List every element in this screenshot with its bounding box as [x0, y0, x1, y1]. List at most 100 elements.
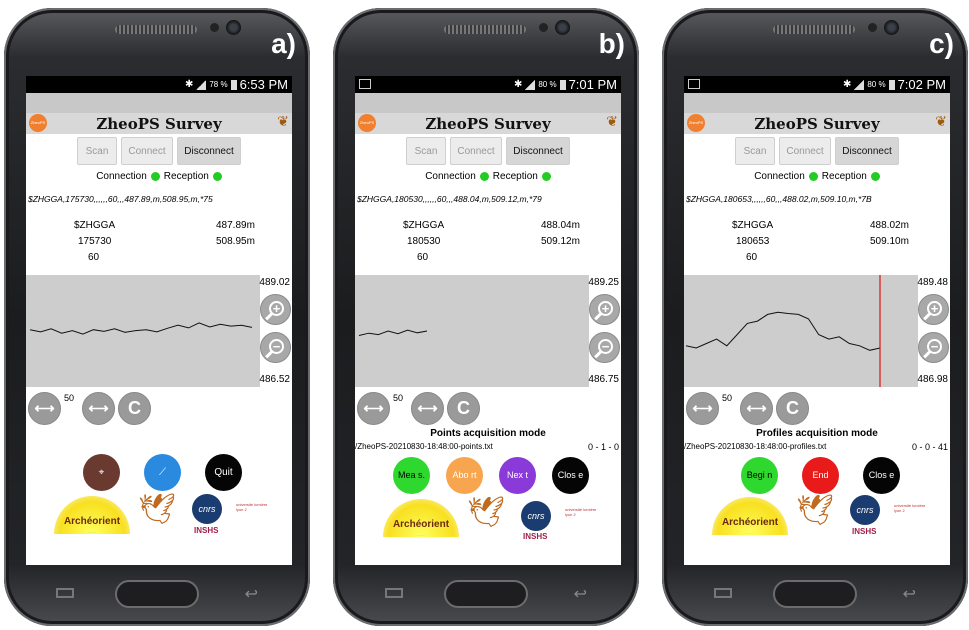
zoom-in-button[interactable]: + — [918, 294, 949, 325]
university-logo: université lumière lyon 2 — [236, 502, 268, 512]
screen: ✱ 80 % 7:02 PM ZheoPS ZheoPS Survey ❦ Sc… — [684, 76, 950, 565]
home-key[interactable] — [773, 580, 857, 608]
lizard-logo-icon: ❦ — [606, 113, 618, 129]
connection-label: Connection — [96, 171, 147, 182]
connect-button[interactable]: Connect — [779, 137, 831, 165]
next-button[interactable]: Nex t — [499, 457, 536, 494]
battery-percent: 80 % — [538, 80, 557, 89]
connection-indicator — [150, 172, 160, 181]
bird-logo-icon: 🕊 — [467, 496, 506, 529]
scan-button[interactable]: Scan — [406, 137, 446, 165]
points-mode-button[interactable]: ⌖ — [83, 454, 120, 491]
reception-label: Reception — [821, 171, 867, 182]
close-button[interactable]: Clos e — [552, 457, 589, 494]
home-key[interactable] — [115, 580, 199, 608]
altitude-1: 488.02m — [870, 220, 909, 231]
path-icon: ⟋ — [159, 467, 166, 478]
altitude-2: 509.12m — [541, 236, 580, 247]
disconnect-button[interactable]: Disconnect — [506, 137, 570, 165]
mode-title: Profiles acquisition mode — [756, 428, 878, 439]
range-decrease-button[interactable]: ⟷ — [357, 392, 390, 425]
title-bar: ZheoPS ZheoPS Survey ❦ — [355, 113, 621, 134]
signal-icon — [854, 79, 865, 90]
measure-button[interactable]: Mea s. — [393, 457, 430, 494]
app-title: ZheoPS Survey — [96, 115, 222, 133]
range-increase-button[interactable]: ⟷ — [411, 392, 444, 425]
home-key[interactable] — [444, 580, 528, 608]
range-increase-button[interactable]: ⟷ — [740, 392, 773, 425]
zoom-in-button[interactable]: + — [260, 294, 291, 325]
status-bar: ✱ 80 % 7:02 PM — [684, 76, 950, 93]
close-button[interactable]: Clos e — [863, 457, 900, 494]
action-bar — [684, 93, 950, 113]
plot-ymin: 486.52 — [259, 374, 290, 385]
back-key-icon[interactable]: ↩ — [903, 584, 916, 604]
center-button[interactable]: C — [447, 392, 480, 425]
center-button[interactable]: C — [776, 392, 809, 425]
altitude-plot: 489.02 + − 486.52 — [26, 275, 292, 387]
range-decrease-button[interactable]: ⟷ — [28, 392, 61, 425]
range-decrease-button[interactable]: ⟷ — [686, 392, 719, 425]
nmea-sentence: $ZHGGA,175730,,,,,,60,,,487.89,m,508.95,… — [28, 194, 213, 204]
disconnect-button[interactable]: Disconnect — [835, 137, 899, 165]
range-controls: ⟷ 50 ⟷ C — [684, 390, 950, 426]
partner-logos: Archéorient ········ 🕊 cnrs INSHS univers… — [684, 494, 950, 557]
hardware-keys: ↩ — [662, 574, 968, 614]
clock: 7:01 PM — [568, 77, 617, 92]
range-controls: ⟷ 50 ⟷ C — [355, 390, 621, 426]
connection-label: Connection — [425, 171, 476, 182]
disconnect-button[interactable]: Disconnect — [177, 137, 241, 165]
satellites: 60 — [88, 252, 100, 263]
quit-button[interactable]: Quit — [205, 454, 242, 491]
connect-button[interactable]: Connect — [121, 137, 173, 165]
menu-key[interactable] — [56, 588, 74, 598]
file-line: /ZheoPS-20210830-18:48:00-profiles.txt 0… — [684, 442, 950, 455]
back-key-icon[interactable]: ↩ — [574, 584, 587, 604]
abort-button[interactable]: Abo rt — [446, 457, 483, 494]
connection-indicator — [479, 172, 489, 181]
plot-svg — [358, 329, 428, 336]
end-button[interactable]: End — [802, 457, 839, 494]
connection-status: Connection Reception — [355, 171, 621, 182]
proximity-sensor — [539, 23, 548, 32]
begin-button[interactable]: Begi n — [741, 457, 778, 494]
partner-logos: Archéorient ········ 🕊 cnrs INSHS univers… — [26, 493, 292, 556]
panel-label: b) — [598, 28, 625, 59]
cnrs-logo: cnrs — [850, 495, 880, 525]
zoom-out-button[interactable]: − — [260, 332, 291, 363]
range-value: 50 — [393, 393, 404, 403]
archeorient-logo: Archéorient ········ — [712, 497, 788, 535]
gps-values: $ZHGGA 488.02m 180653 509.10m 60 — [684, 220, 950, 275]
nmea-sentence: $ZHGGA,180530,,,,,,60,,,488.04,m,509.12,… — [357, 194, 542, 204]
main-actions: ⌖ ⟋ Quit — [26, 454, 292, 496]
scan-button[interactable]: Scan — [735, 137, 775, 165]
plot-ymax: 489.25 — [588, 277, 619, 288]
plot-ymax: 489.48 — [917, 277, 948, 288]
profiles-mode-button[interactable]: ⟋ — [144, 454, 181, 491]
zoom-out-button[interactable]: − — [589, 332, 620, 363]
menu-key[interactable] — [714, 588, 732, 598]
altitude-series-0 — [29, 322, 253, 335]
file-path: /ZheoPS-20210830-18:48:00-profiles.txt — [684, 442, 827, 451]
proximity-sensor — [210, 23, 219, 32]
file-path: /ZheoPS-20210830-18:48:00-points.txt — [355, 442, 493, 451]
battery-icon — [888, 79, 895, 90]
university-logo: université lumière lyon 2 — [894, 503, 926, 513]
zoom-in-button[interactable]: + — [589, 294, 620, 325]
inshs-logo: INSHS — [194, 526, 219, 535]
connect-button[interactable]: Connect — [450, 137, 502, 165]
menu-key[interactable] — [385, 588, 403, 598]
status-bar: ✱ 80 % 7:01 PM — [355, 76, 621, 93]
connection-status: Connection Reception — [26, 171, 292, 182]
front-camera — [555, 20, 570, 35]
gps-time: 180653 — [736, 236, 770, 247]
back-key-icon[interactable]: ↩ — [245, 584, 258, 604]
battery-percent: 80 % — [867, 80, 886, 89]
zoom-out-button[interactable]: − — [918, 332, 949, 363]
scan-button[interactable]: Scan — [77, 137, 117, 165]
center-button[interactable]: C — [118, 392, 151, 425]
battery-icon — [230, 79, 237, 90]
battery-percent: 78 % — [209, 80, 228, 89]
reception-label: Reception — [492, 171, 538, 182]
range-increase-button[interactable]: ⟷ — [82, 392, 115, 425]
